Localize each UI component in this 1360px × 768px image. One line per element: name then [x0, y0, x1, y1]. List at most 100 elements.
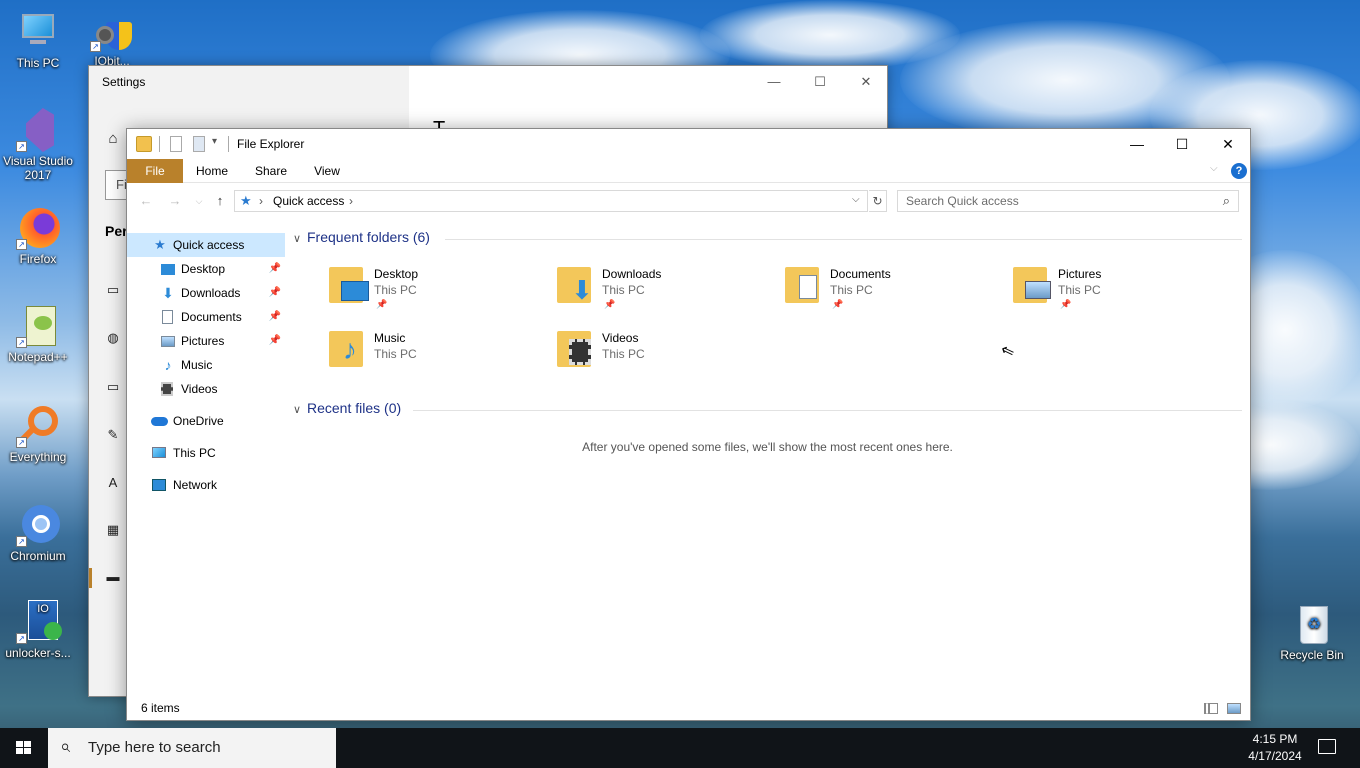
close-button[interactable]: ✕	[1205, 129, 1251, 159]
magnifier-icon: ↗	[16, 404, 60, 448]
desktop-icon-firefox[interactable]: ↗ Firefox	[0, 206, 76, 266]
chevron-down-icon: ∨	[293, 404, 302, 416]
fonts-icon[interactable]: A	[105, 475, 121, 491]
recent-files-empty-message: After you've opened some files, we'll sh…	[582, 440, 953, 454]
search-icon[interactable]: ⌕	[1223, 193, 1230, 209]
desktop-icon-chromium[interactable]: ↗ Chromium	[0, 503, 76, 563]
desktop-icon-label: Firefox	[19, 252, 57, 266]
folder-name: Documents	[830, 267, 891, 281]
folder-tile-desktop[interactable]: Desktop This PC 📌	[327, 263, 547, 319]
tab-home[interactable]: Home	[190, 159, 234, 183]
home-icon[interactable]: ⌂	[105, 131, 121, 147]
nav-item-label: Music	[181, 358, 213, 372]
taskbar-search-input[interactable]: ⌕ Type here to search	[48, 728, 336, 768]
desktop-icon-label: This PC	[16, 56, 60, 70]
close-button[interactable]: ✕	[843, 66, 889, 98]
recent-files-header[interactable]: ∨ Recent files (0)	[293, 400, 401, 420]
search-input[interactable]: Search Quick access ⌕	[897, 190, 1239, 212]
nav-item-music[interactable]: ♪ Music	[127, 353, 285, 377]
lock-screen-icon[interactable]: ▭	[105, 379, 121, 395]
notification-icon[interactable]	[1318, 739, 1336, 754]
pin-icon: 📌	[376, 299, 388, 309]
start-button[interactable]	[0, 728, 48, 768]
maximize-button[interactable]: ☐	[1159, 129, 1205, 159]
tab-share[interactable]: Share	[249, 159, 293, 183]
help-icon[interactable]: ?	[1231, 163, 1247, 179]
mouse-cursor-icon: ⇖	[998, 341, 1018, 362]
address-dropdown-icon[interactable]: ⌵	[852, 194, 860, 205]
folder-name: Downloads	[602, 267, 662, 281]
divider	[413, 410, 1242, 411]
minimize-button[interactable]: —	[751, 66, 797, 98]
refresh-icon[interactable]: ↻	[869, 190, 887, 212]
tab-file[interactable]: File	[127, 159, 183, 183]
breadcrumb-chevron-icon[interactable]: ›	[349, 194, 353, 208]
expand-ribbon-icon[interactable]: ⌵	[1210, 163, 1218, 174]
desktop-icon-recycle-bin[interactable]: ♻ Recycle Bin	[1274, 602, 1350, 662]
maximize-button[interactable]: ☐	[797, 66, 843, 98]
desktop-icon-iobit[interactable]: ↗ IObit...	[74, 8, 150, 66]
picture-icon	[161, 336, 175, 347]
details-view-icon[interactable]	[1204, 703, 1218, 714]
properties-icon[interactable]	[170, 136, 182, 152]
frequent-folders-header[interactable]: ∨ Frequent folders (6)	[293, 229, 430, 249]
folder-tile-downloads[interactable]: ⬇ Downloads This PC 📌	[555, 263, 775, 319]
pin-icon: 📌	[268, 335, 281, 346]
breadcrumb-quick-access[interactable]: Quick access	[273, 194, 344, 208]
notepad-icon: ↗	[16, 304, 60, 348]
folder-name: Pictures	[1058, 267, 1102, 281]
new-folder-icon[interactable]	[193, 136, 205, 152]
forward-button[interactable]: →	[165, 191, 185, 211]
recent-locations-button[interactable]: ⌵	[189, 191, 209, 211]
nav-item-network[interactable]: Network	[127, 473, 285, 497]
nav-item-documents[interactable]: Documents 📌	[127, 305, 285, 329]
selected-indicator	[89, 568, 92, 588]
folder-location: This PC	[830, 283, 873, 297]
themes-icon[interactable]: ✎	[105, 427, 121, 443]
system-clock[interactable]: 4:15 PM 4/17/2024	[1234, 731, 1316, 765]
nav-item-this-pc[interactable]: This PC	[127, 441, 285, 465]
film-icon	[161, 382, 173, 396]
pin-icon: 📌	[832, 299, 844, 309]
desktop-icon-unlocker[interactable]: IO ↗ unlocker-s...	[0, 600, 76, 660]
desktop-icon-this-pc[interactable]: This PC	[0, 10, 76, 70]
desktop-icon-label: Notepad++	[8, 350, 68, 364]
unlocker-icon: IO ↗	[16, 600, 62, 644]
back-button[interactable]: ←	[136, 191, 156, 211]
folder-tile-music[interactable]: ♪ Music This PC	[327, 327, 547, 383]
up-button[interactable]: ↑	[210, 191, 230, 211]
search-placeholder: Search Quick access	[906, 194, 1019, 208]
tab-view[interactable]: View	[305, 159, 349, 183]
pin-icon: 📌	[268, 287, 281, 298]
folder-tile-videos[interactable]: Videos This PC	[555, 327, 775, 383]
minimize-button[interactable]: —	[1114, 129, 1160, 159]
desktop-icon-notepad-plus-plus[interactable]: ↗ Notepad++	[0, 304, 76, 364]
desktop-icon-everything[interactable]: ↗ Everything	[0, 404, 76, 464]
title-bar[interactable]: ▾ File Explorer — ☐ ✕	[127, 129, 1250, 159]
folder-tile-pictures[interactable]: Pictures This PC 📌	[1011, 263, 1231, 319]
file-explorer-window[interactable]: ▾ File Explorer — ☐ ✕ File Home Share Vi…	[126, 128, 1251, 721]
image-icon[interactable]: ▭	[105, 282, 121, 298]
monitor-icon	[16, 10, 60, 54]
large-icons-view-icon[interactable]	[1227, 703, 1241, 714]
folder-tile-documents[interactable]: Documents This PC 📌	[783, 263, 1003, 319]
search-placeholder: Type here to search	[88, 739, 221, 756]
desktop-icon-visual-studio[interactable]: ↗ Visual Studio 2017	[0, 108, 76, 182]
nav-item-videos[interactable]: Videos	[127, 377, 285, 401]
palette-icon[interactable]: ◍	[105, 330, 121, 346]
nav-item-label: Documents	[181, 310, 242, 324]
nav-item-onedrive[interactable]: OneDrive	[127, 409, 285, 433]
nav-item-pictures[interactable]: Pictures 📌	[127, 329, 285, 353]
pin-icon: 📌	[604, 299, 616, 309]
nav-item-desktop[interactable]: Desktop 📌	[127, 257, 285, 281]
taskbar-icon[interactable]: ▬	[105, 569, 121, 585]
folder-location: This PC	[602, 283, 645, 297]
nav-item-downloads[interactable]: ⬇ Downloads 📌	[127, 281, 285, 305]
address-bar[interactable]: ★ › Quick access › ⌵	[234, 190, 868, 212]
customize-toolbar-icon[interactable]: ▾	[212, 136, 217, 152]
document-icon	[162, 310, 173, 324]
desktop-folder-icon	[327, 263, 371, 307]
ribbon: File Home Share View ⌵ ?	[127, 159, 1250, 183]
start-icon[interactable]: ▦	[105, 522, 121, 538]
nav-item-quick-access[interactable]: ★ Quick access	[127, 233, 285, 257]
